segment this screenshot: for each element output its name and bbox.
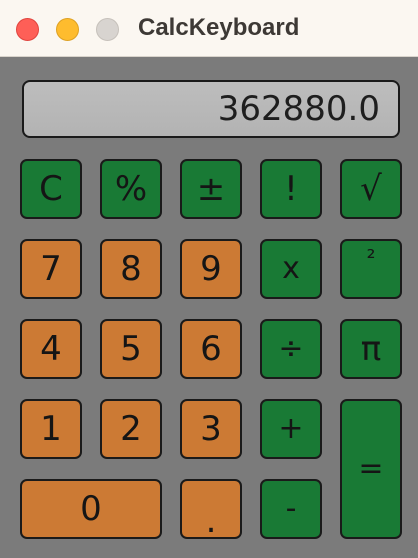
- digit-8-label: 8: [120, 249, 142, 289]
- multiply-button[interactable]: x: [260, 239, 322, 299]
- digit-9-label: 9: [200, 249, 222, 289]
- square-button[interactable]: ²: [340, 239, 402, 299]
- zoom-window-button[interactable]: [96, 18, 119, 41]
- plus-minus-button[interactable]: ±: [180, 159, 242, 219]
- clear-button[interactable]: C: [20, 159, 82, 219]
- digit-4-button[interactable]: 4: [20, 319, 82, 379]
- multiply-button-label: x: [282, 251, 300, 286]
- digit-1-button[interactable]: 1: [20, 399, 82, 459]
- plus-minus-button-label: ±: [196, 169, 226, 209]
- digit-3-button[interactable]: 3: [180, 399, 242, 459]
- digit-1-label: 1: [40, 409, 62, 449]
- minimize-window-button[interactable]: [56, 18, 79, 41]
- digit-2-button[interactable]: 2: [100, 399, 162, 459]
- digit-7-button[interactable]: 7: [20, 239, 82, 299]
- window-title: CalcKeyboard: [138, 14, 300, 41]
- digit-0-button[interactable]: 0: [20, 479, 162, 539]
- digit-5-button[interactable]: 5: [100, 319, 162, 379]
- clear-button-label: C: [39, 169, 63, 209]
- digit-5-label: 5: [120, 329, 142, 369]
- digit-4-label: 4: [40, 329, 62, 369]
- equals-button-label: =: [358, 451, 384, 486]
- percent-button[interactable]: %: [100, 159, 162, 219]
- percent-button-label: %: [114, 169, 148, 209]
- digit-8-button[interactable]: 8: [100, 239, 162, 299]
- divide-button-label: ÷: [278, 331, 304, 366]
- digit-6-button[interactable]: 6: [180, 319, 242, 379]
- equals-button[interactable]: =: [340, 399, 402, 539]
- divide-button[interactable]: ÷: [260, 319, 322, 379]
- pi-button[interactable]: π: [340, 319, 402, 379]
- digit-3-label: 3: [200, 409, 222, 449]
- decimal-point-button[interactable]: .: [180, 479, 242, 539]
- square-button-label: ²: [366, 246, 376, 271]
- result-display: 362880.0: [22, 80, 400, 138]
- pi-button-label: π: [360, 329, 382, 369]
- title-bar: CalcKeyboard: [0, 0, 418, 57]
- digit-2-label: 2: [120, 409, 142, 449]
- digit-9-button[interactable]: 9: [180, 239, 242, 299]
- factorial-button-label: !: [284, 169, 298, 209]
- digit-0-label: 0: [80, 489, 102, 529]
- subtract-button-label: -: [285, 491, 297, 526]
- digit-6-label: 6: [200, 329, 222, 369]
- subtract-button[interactable]: -: [260, 479, 322, 539]
- square-root-button[interactable]: √: [340, 159, 402, 219]
- decimal-point-label: .: [205, 501, 217, 541]
- close-window-button[interactable]: [16, 18, 39, 41]
- square-root-button-label: √: [360, 169, 382, 209]
- digit-7-label: 7: [40, 249, 62, 289]
- add-button-label: +: [278, 411, 304, 446]
- factorial-button[interactable]: !: [260, 159, 322, 219]
- add-button[interactable]: +: [260, 399, 322, 459]
